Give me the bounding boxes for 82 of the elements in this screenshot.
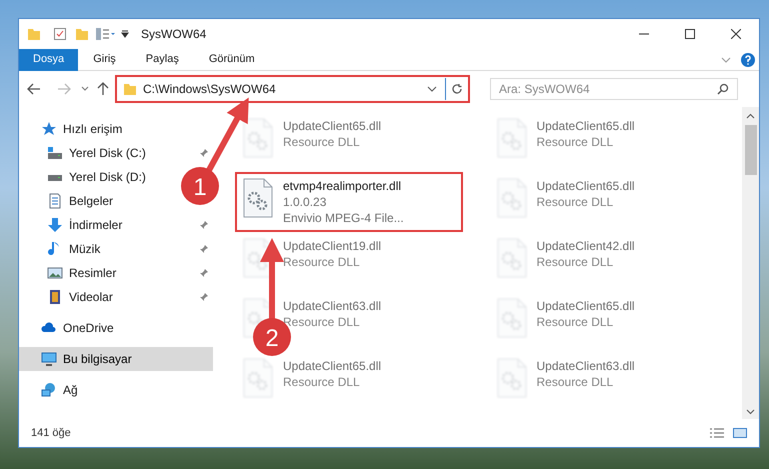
sidebar-item[interactable]: Ağ xyxy=(63,381,78,399)
file-name: UpdateClient65.dll xyxy=(536,298,635,314)
chevron-down-icon[interactable] xyxy=(81,86,89,92)
drive-icon xyxy=(47,174,63,180)
sidebar-item[interactable]: Hızlı erişim xyxy=(63,120,122,138)
up-arrow-icon[interactable] xyxy=(97,82,109,96)
properties-icon xyxy=(95,27,115,41)
scroll-up-icon[interactable] xyxy=(746,113,755,119)
file-tile[interactable]: etvmp4realimporter.dll 1.0.0.23 Envivio MPEG-4 File... xyxy=(235,172,463,232)
sidebar-item[interactable]: Bu bilgisayar xyxy=(63,350,132,368)
file-name: UpdateClient42.dll xyxy=(536,238,635,254)
scroll-down-icon[interactable] xyxy=(746,409,755,415)
film-icon xyxy=(47,289,63,305)
address-bar[interactable]: C:\Windows\SysWOW64 xyxy=(115,75,470,103)
gear-file-icon xyxy=(496,238,526,278)
file-detail: Resource DLL xyxy=(283,254,361,270)
file-name: UpdateClient63.dll xyxy=(283,298,382,314)
file-name: UpdateClient19.dll xyxy=(283,238,382,254)
scrollbar-thumb[interactable] xyxy=(744,125,756,175)
item-count: 141 öğe xyxy=(31,426,71,441)
gear-file-icon xyxy=(243,358,273,398)
maximize-icon xyxy=(685,29,695,39)
scrollbar[interactable] xyxy=(742,107,759,419)
star-icon xyxy=(41,121,57,137)
gear-file-icon xyxy=(243,178,273,218)
refresh-icon[interactable] xyxy=(451,83,463,95)
help-icon[interactable] xyxy=(741,52,755,66)
gear-file-icon xyxy=(496,298,526,338)
file-detail: Resource DLL xyxy=(536,374,614,390)
gear-file-icon xyxy=(496,118,526,158)
file-detail: Resource DLL xyxy=(283,314,361,330)
sidebar-item[interactable]: Videolar xyxy=(69,288,113,306)
file-detail: Resource DLL xyxy=(536,134,614,150)
ribbon-tab[interactable]: Giriş xyxy=(78,48,131,70)
customize-toolbar-icon[interactable] xyxy=(121,30,129,38)
gear-file-icon xyxy=(496,358,526,398)
search-input[interactable]: Ara: SysWOW64 xyxy=(499,80,717,98)
file-detail: 1.0.0.23 xyxy=(283,194,328,210)
network-icon xyxy=(41,382,57,398)
search-field[interactable]: Ara: SysWOW64 xyxy=(490,78,738,100)
file-name: etvmp4realimporter.dll xyxy=(283,178,402,194)
file-name: UpdateClient65.dll xyxy=(536,118,635,134)
file-detail: Resource DLL xyxy=(536,254,614,270)
sidebar-item[interactable]: OneDrive xyxy=(63,319,114,337)
back-arrow-icon[interactable] xyxy=(27,83,41,95)
details-view-icon[interactable] xyxy=(709,427,725,439)
file-detail: Resource DLL xyxy=(283,374,361,390)
file-detail: Resource DLL xyxy=(536,314,614,330)
document-icon xyxy=(47,193,63,209)
gear-file-icon xyxy=(243,118,273,158)
sidebar-item[interactable]: Belgeler xyxy=(69,192,114,210)
file-name: UpdateClient65.dll xyxy=(283,118,382,134)
file-detail: Resource DLL xyxy=(283,134,361,150)
sidebar-item[interactable]: Yerel Disk (D:) xyxy=(69,168,146,186)
address-path: C:\Windows\SysWOW64 xyxy=(143,81,277,98)
checklist-icon xyxy=(53,27,67,41)
window-title: SysWOW64 xyxy=(141,26,206,43)
ribbon-tab[interactable]: Paylaş xyxy=(130,48,194,70)
close-icon xyxy=(731,29,741,39)
ribbon-tab[interactable]: Görünüm xyxy=(194,48,270,70)
folder-icon xyxy=(27,27,41,41)
drive-icon xyxy=(47,145,63,161)
file-detail: Envivio MPEG-4 File... xyxy=(283,210,404,226)
sidebar-item[interactable]: Müzik xyxy=(69,240,100,258)
folder-icon xyxy=(123,82,137,96)
file-name: UpdateClient63.dll xyxy=(536,358,635,374)
picture-icon xyxy=(47,265,63,281)
sidebar-item[interactable]: Yerel Disk (C:) xyxy=(69,144,146,162)
sidebar-item[interactable]: Resimler xyxy=(69,264,116,282)
download-icon xyxy=(47,217,63,233)
gear-file-icon xyxy=(496,178,526,218)
file-name: UpdateClient65.dll xyxy=(536,178,635,194)
folder-icon xyxy=(75,27,89,41)
chevron-down-icon[interactable] xyxy=(427,85,437,93)
sidebar-item[interactable]: İndirmeler xyxy=(69,216,122,234)
file-detail: Resource DLL xyxy=(536,194,614,210)
computer-icon xyxy=(41,351,57,367)
step-badge: 1 xyxy=(181,167,219,205)
search-icon xyxy=(717,83,729,95)
large-icons-view-icon[interactable] xyxy=(733,427,747,439)
file-name: UpdateClient65.dll xyxy=(283,358,382,374)
selected-row[interactable]: Bu bilgisayar xyxy=(19,347,213,371)
